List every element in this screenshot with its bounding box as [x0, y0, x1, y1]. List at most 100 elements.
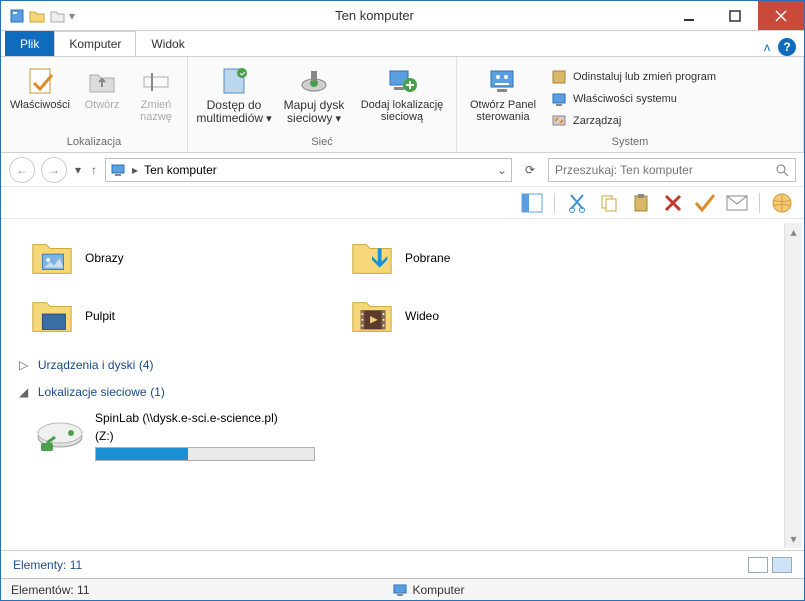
quick-access-toolbar: ▾ — [1, 8, 83, 24]
properties-button[interactable]: Właściwości — [7, 63, 73, 113]
section-devices[interactable]: ▷ Urządzenia i dyski (4) — [15, 351, 780, 378]
folder-obrazy[interactable]: Obrazy — [19, 229, 339, 287]
secondary-toolbar — [1, 187, 804, 219]
close-button[interactable] — [758, 1, 804, 30]
rename-button[interactable]: Zmień nazwę — [131, 63, 181, 125]
folder-icon — [349, 293, 395, 339]
folder-icon — [29, 293, 75, 339]
control-panel-button[interactable]: Otwórz Panel sterowania — [463, 63, 543, 125]
status-bar: Elementy: 11 — [1, 550, 804, 578]
search-box[interactable]: Przeszukaj: Ten komputer — [548, 158, 796, 182]
cut-icon[interactable] — [565, 191, 589, 215]
breadcrumb-sep: ▸ — [132, 163, 138, 177]
navigation-bar: ← → ▾ ↑ ▸ Ten komputer ⌄ ⟳ Przeszukaj: T… — [1, 153, 804, 187]
status-elements-2: Elementów: 11 — [11, 583, 90, 597]
expand-arrow-icon: ◢ — [19, 385, 28, 399]
computer-icon — [393, 583, 407, 597]
address-dropdown-icon[interactable]: ⌄ — [497, 163, 507, 177]
collapse-arrow-icon: ▷ — [19, 358, 28, 372]
manage-icon — [551, 113, 567, 129]
bottom-status-bar: Elementów: 11 Komputer — [1, 578, 804, 600]
address-bar[interactable]: ▸ Ten komputer ⌄ — [105, 158, 512, 182]
forward-button[interactable]: → — [41, 157, 67, 183]
minimize-button[interactable] — [666, 1, 712, 30]
ribbon-group-location: Właściwości Otwórz Zmień nazwę Lokalizac… — [1, 57, 188, 152]
up-button[interactable]: ↑ — [89, 163, 99, 177]
delete-icon[interactable] — [661, 191, 685, 215]
network-drive-icon — [35, 411, 85, 455]
refresh-button[interactable]: ⟳ — [518, 158, 542, 182]
map-drive-icon — [298, 65, 330, 97]
tab-computer[interactable]: Komputer — [54, 31, 136, 56]
sys-props-icon — [551, 91, 567, 107]
toolbar-separator — [759, 193, 760, 213]
network-drive-letter: (Z:) — [95, 429, 355, 443]
network-drive-name: SpinLab (\\dysk.e-sci.e-science.pl) — [95, 411, 355, 425]
system-small-buttons: Odinstaluj lub zmień program Właściwości… — [547, 63, 720, 131]
breadcrumb-location[interactable]: Ten komputer — [144, 163, 217, 177]
sys-props-button[interactable]: Właściwości systemu — [547, 89, 720, 109]
status-computer: Komputer — [393, 583, 465, 597]
section-netloc[interactable]: ◢ Lokalizacje sieciowe (1) — [15, 378, 780, 405]
qat-undo-icon[interactable] — [49, 8, 65, 24]
folder-pobrane[interactable]: Pobrane — [339, 229, 659, 287]
qat-properties-icon[interactable] — [9, 8, 25, 24]
folder-label: Pulpit — [85, 309, 115, 323]
uninstall-icon — [551, 69, 567, 85]
view-details-button[interactable] — [748, 557, 768, 573]
control-panel-icon — [487, 65, 519, 97]
ribbon-group-network: Dostęp do multimediów ▾ Mapuj dysk sieci… — [188, 57, 457, 152]
folder-label: Obrazy — [85, 251, 124, 265]
media-access-button[interactable]: Dostęp do multimediów ▾ — [194, 63, 274, 127]
view-tiles-button[interactable] — [772, 557, 792, 573]
computer-icon — [110, 162, 126, 178]
recent-locations-dropdown[interactable]: ▾ — [73, 163, 83, 177]
ribbon: Właściwości Otwórz Zmień nazwę Lokalizac… — [1, 57, 804, 153]
vertical-scrollbar[interactable]: ▴ ▾ — [784, 223, 802, 548]
window-buttons — [666, 1, 804, 30]
folders-grid: Obrazy Pobrane Pulpit Wideo — [15, 223, 780, 351]
window-title: Ten komputer — [83, 8, 666, 23]
add-netloc-button[interactable]: Dodaj lokalizację sieciową — [354, 63, 450, 125]
content-pane: Obrazy Pobrane Pulpit Wideo ▷ Urządzenia… — [15, 223, 780, 548]
search-placeholder: Przeszukaj: Ten komputer — [555, 163, 775, 177]
shell-icon[interactable] — [770, 191, 794, 215]
panes-icon[interactable] — [520, 191, 544, 215]
folder-icon — [29, 235, 75, 281]
back-button[interactable]: ← — [9, 157, 35, 183]
open-button[interactable]: Otwórz — [77, 63, 127, 113]
view-switcher — [748, 557, 792, 573]
check-icon[interactable] — [693, 191, 717, 215]
search-icon — [775, 163, 789, 177]
qat-newfolder-icon[interactable] — [29, 8, 45, 24]
add-netloc-icon — [386, 65, 418, 97]
help-icon[interactable]: ? — [778, 38, 796, 56]
manage-button[interactable]: Zarządzaj — [547, 111, 720, 131]
scroll-up-icon[interactable]: ▴ — [790, 225, 796, 239]
uninstall-button[interactable]: Odinstaluj lub zmień program — [547, 67, 720, 87]
folder-wideo[interactable]: Wideo — [339, 287, 659, 345]
folder-label: Pobrane — [405, 251, 450, 265]
tab-file[interactable]: Plik — [5, 31, 54, 56]
scroll-down-icon[interactable]: ▾ — [790, 532, 796, 546]
title-bar: ▾ Ten komputer — [1, 1, 804, 31]
folder-pulpit[interactable]: Pulpit — [19, 287, 339, 345]
network-drive-item[interactable]: SpinLab (\\dysk.e-sci.e-science.pl) (Z:) — [15, 405, 780, 467]
map-drive-button[interactable]: Mapuj dysk sieciowy ▾ — [278, 63, 350, 127]
tab-view[interactable]: Widok — [136, 31, 199, 56]
ribbon-group-system: Otwórz Panel sterowania Odinstaluj lub z… — [457, 57, 804, 152]
toolbar-separator — [554, 193, 555, 213]
open-icon — [86, 65, 118, 97]
copy-icon[interactable] — [597, 191, 621, 215]
paste-icon[interactable] — [629, 191, 653, 215]
ribbon-help: ʌ ? — [764, 38, 796, 56]
mail-icon[interactable] — [725, 191, 749, 215]
rename-icon — [140, 65, 172, 97]
media-access-icon — [218, 65, 250, 97]
maximize-button[interactable] — [712, 1, 758, 30]
folder-label: Wideo — [405, 309, 439, 323]
network-drive-info: SpinLab (\\dysk.e-sci.e-science.pl) (Z:) — [95, 411, 355, 461]
qat-separator: ▾ — [69, 9, 75, 23]
ribbon-collapse-icon[interactable]: ʌ — [764, 40, 770, 54]
properties-icon — [24, 65, 56, 97]
